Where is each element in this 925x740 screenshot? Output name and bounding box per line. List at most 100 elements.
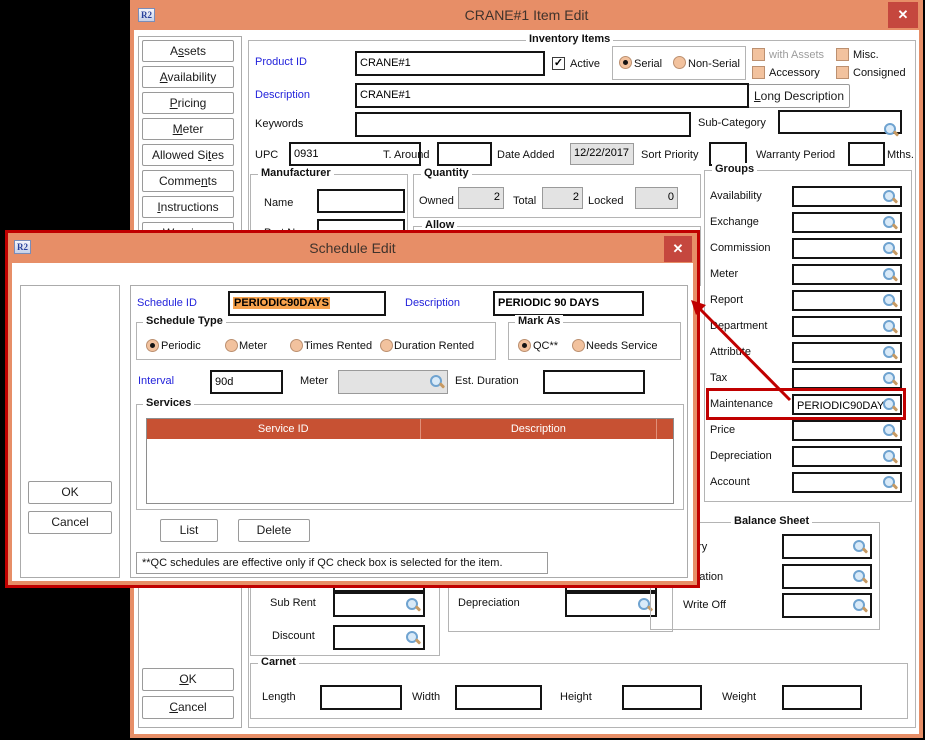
periodic-radio[interactable]	[146, 339, 159, 352]
search-icon[interactable]	[882, 475, 898, 491]
close-icon[interactable]: ✕	[664, 236, 692, 262]
item-ok-button[interactable]: OK	[142, 668, 234, 691]
group-department-field[interactable]	[792, 316, 902, 337]
length-field[interactable]	[320, 685, 402, 710]
width-field[interactable]	[455, 685, 542, 710]
search-icon[interactable]	[882, 267, 898, 283]
description-field[interactable]: CRANE#1	[355, 83, 749, 108]
search-icon[interactable]	[852, 539, 868, 555]
desktop: R2 CRANE#1 Item Edit ✕ Assets Availabili…	[0, 0, 925, 740]
description-label: Description	[255, 89, 311, 101]
group-account-field[interactable]	[792, 472, 902, 493]
sidebar-item-pricing[interactable]: Pricing	[142, 92, 234, 114]
search-icon[interactable]	[429, 374, 445, 390]
manufacturer-name-field[interactable]	[317, 189, 405, 213]
item-edit-titlebar[interactable]: R2 CRANE#1 Item Edit ✕	[130, 0, 923, 30]
mths-label: Mths.	[887, 149, 914, 161]
product-id-label: Product ID	[255, 56, 307, 68]
serial-radio[interactable]	[619, 56, 632, 69]
t-around-field[interactable]	[437, 142, 492, 166]
group-attribute-field[interactable]	[792, 342, 902, 363]
active-checkbox[interactable]	[552, 57, 565, 70]
warranty-period-field[interactable]	[848, 142, 885, 166]
search-icon[interactable]	[852, 569, 868, 585]
width-label: Width	[412, 691, 441, 703]
schedule-id-field[interactable]: PERIODIC90DAYS	[228, 291, 386, 316]
search-icon[interactable]	[882, 215, 898, 231]
qc-radio[interactable]	[518, 339, 531, 352]
service-id-column-header[interactable]: Service ID	[147, 419, 421, 439]
height-field[interactable]	[622, 685, 702, 710]
keywords-field[interactable]	[355, 112, 691, 137]
depreciation-field[interactable]	[565, 592, 657, 617]
weight-label: Weight	[722, 691, 757, 703]
search-icon[interactable]	[882, 241, 898, 257]
times-rented-radio[interactable]	[290, 339, 303, 352]
search-icon[interactable]	[882, 319, 898, 335]
sidebar-item-instructions[interactable]: Instructions	[142, 196, 234, 218]
acc-depreciation-field[interactable]	[782, 564, 872, 589]
group-depreciation-field[interactable]	[792, 446, 902, 467]
search-icon[interactable]	[405, 597, 421, 613]
search-icon[interactable]	[882, 449, 898, 465]
accessory-checkbox[interactable]	[752, 66, 765, 79]
search-icon[interactable]	[882, 423, 898, 439]
long-description-button[interactable]: Long Description	[748, 84, 850, 108]
height-label: Height	[560, 691, 592, 703]
sidebar-item-assets[interactable]: Assets	[142, 40, 234, 62]
write-off-field[interactable]	[782, 593, 872, 618]
date-added-label: Date Added	[497, 149, 555, 161]
group-meter-field[interactable]	[792, 264, 902, 285]
table-header-stub	[657, 419, 673, 439]
quantity-title: Quantity	[421, 167, 472, 179]
group-exchange-label: Exchange	[710, 216, 759, 228]
search-icon[interactable]	[405, 630, 421, 646]
sidebar-item-meter[interactable]: Meter	[142, 118, 234, 140]
with-assets-checkbox[interactable]	[752, 48, 765, 61]
search-icon[interactable]	[882, 189, 898, 205]
schedule-description-field[interactable]: PERIODIC 90 DAYS	[493, 291, 644, 316]
sub-rent-field[interactable]	[333, 592, 425, 617]
est-duration-field[interactable]	[543, 370, 645, 394]
sidebar-item-availability[interactable]: Availability	[142, 66, 234, 88]
schedule-left-panel	[20, 285, 120, 578]
schedule-ok-button[interactable]: OK	[28, 481, 112, 504]
sidebar-item-allowed-sites[interactable]: Allowed Sites	[142, 144, 234, 166]
schedule-edit-titlebar[interactable]: R2 Schedule Edit ✕	[8, 233, 697, 263]
duration-rented-radio[interactable]	[380, 339, 393, 352]
meter-type-radio[interactable]	[225, 339, 238, 352]
app-icon: R2	[14, 240, 31, 254]
product-id-field[interactable]: CRANE#1	[355, 51, 545, 76]
interval-field[interactable]: 90d	[210, 370, 283, 394]
meter-type-label: Meter	[239, 340, 268, 352]
group-commission-field[interactable]	[792, 238, 902, 259]
search-icon[interactable]	[882, 345, 898, 361]
consigned-checkbox[interactable]	[836, 66, 849, 79]
list-button[interactable]: List	[160, 519, 218, 542]
close-icon[interactable]: ✕	[888, 2, 918, 28]
group-availability-field[interactable]	[792, 186, 902, 207]
group-exchange-field[interactable]	[792, 212, 902, 233]
services-table-header: Service ID Description	[147, 419, 673, 439]
inventory-field[interactable]	[782, 534, 872, 559]
item-cancel-button[interactable]: Cancel	[142, 696, 234, 719]
description-column-header[interactable]: Description	[420, 419, 658, 439]
sidebar-item-comments[interactable]: Comments	[142, 170, 234, 192]
duration-rented-label: Duration Rented	[394, 340, 475, 352]
group-tax-field[interactable]	[792, 368, 902, 389]
group-report-field[interactable]	[792, 290, 902, 311]
services-table[interactable]: Service ID Description	[146, 418, 674, 504]
search-icon[interactable]	[882, 371, 898, 387]
misc-checkbox[interactable]	[836, 48, 849, 61]
needs-service-radio[interactable]	[572, 339, 585, 352]
schedule-cancel-button[interactable]: Cancel	[28, 511, 112, 534]
balance-sheet-title: Balance Sheet	[731, 515, 813, 527]
sub-category-search-icon[interactable]	[883, 122, 899, 138]
delete-button[interactable]: Delete	[238, 519, 310, 542]
group-price-field[interactable]	[792, 420, 902, 441]
discount-field[interactable]	[333, 625, 425, 650]
search-icon[interactable]	[882, 293, 898, 309]
search-icon[interactable]	[852, 598, 868, 614]
weight-field[interactable]	[782, 685, 862, 710]
non-serial-radio[interactable]	[673, 56, 686, 69]
